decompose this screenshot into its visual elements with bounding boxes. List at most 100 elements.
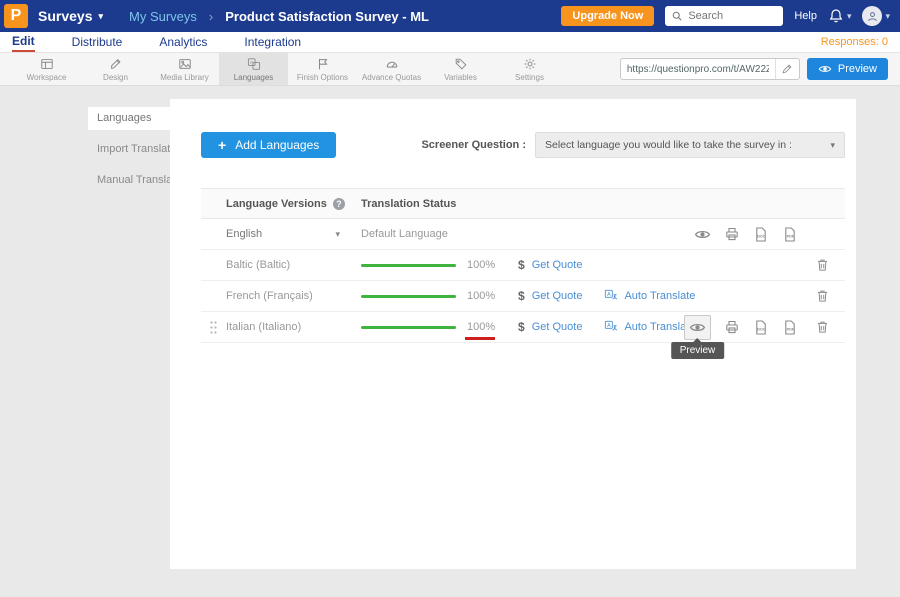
preview-language-button[interactable]: Preview — [684, 315, 711, 340]
delete-language-button[interactable] — [815, 257, 830, 273]
delete-language-button[interactable] — [815, 288, 830, 304]
toolbar-settings[interactable]: Settings — [495, 53, 564, 85]
languages-icon — [247, 57, 261, 71]
translate-icon — [604, 289, 618, 303]
surveys-menu-label: Surveys — [38, 8, 92, 24]
tab-distribute[interactable]: Distribute — [72, 33, 123, 51]
panel-top: + Add Languages Screener Question : Sele… — [170, 99, 856, 158]
auto-translate-label: Auto Translate — [624, 290, 695, 302]
toolbar-design[interactable]: Design — [81, 53, 150, 85]
sidebar-item-languages[interactable]: Languages — [88, 107, 170, 130]
language-name-cell: Baltic (Baltic) — [226, 259, 361, 271]
breadcrumb-my-surveys[interactable]: My Surveys — [129, 9, 197, 24]
breadcrumb-separator: › — [209, 9, 213, 24]
table-row-baltic: Baltic (Baltic) 100% $ Get Quote — [201, 250, 845, 281]
translation-progress-bar — [361, 326, 456, 329]
toolbar-workspace-label: Workspace — [27, 73, 67, 82]
default-language-value: English — [226, 228, 262, 240]
sidebar-item-manual-translations[interactable]: Manual Translations — [88, 169, 170, 192]
language-name: Italian (Italiano) — [226, 321, 301, 333]
default-language-select[interactable]: English ▾ — [226, 228, 340, 240]
search-input[interactable] — [688, 10, 777, 22]
print-language-button[interactable] — [724, 226, 740, 242]
workspace: Languages Import Translations Manual Tra… — [0, 86, 900, 597]
download-pdf-button[interactable] — [782, 319, 798, 336]
tab-edit[interactable]: Edit — [12, 32, 35, 52]
translation-percent-value: 100% — [467, 259, 495, 271]
status-cell: 100% $ Get Quote Auto Translate — [361, 289, 845, 303]
default-language-label: Default Language — [361, 228, 448, 240]
chevron-down-icon: ▾ — [830, 141, 835, 150]
help-circle-icon[interactable]: ? — [333, 198, 345, 210]
toolbar-variables-label: Variables — [444, 73, 477, 82]
help-link[interactable]: Help — [794, 10, 817, 22]
table-row-english: English ▾ Default Language — [201, 219, 845, 250]
column-language-versions: Language Versions ? — [201, 198, 361, 210]
chevron-down-icon: ▾ — [98, 12, 103, 21]
screener-select-value: Select language you would like to take t… — [545, 139, 792, 151]
preview-button[interactable]: Preview — [807, 58, 888, 80]
toolbar-advance-quotas[interactable]: Advance Quotas — [357, 53, 426, 85]
translation-percent-value: 100% — [467, 321, 495, 333]
get-quote-link[interactable]: Get Quote — [532, 321, 583, 333]
download-doc-button[interactable] — [753, 319, 769, 336]
toolbar-finish-options[interactable]: Finish Options — [288, 53, 357, 85]
screener-question-select[interactable]: Select language you would like to take t… — [535, 132, 845, 158]
download-pdf-button[interactable] — [782, 226, 798, 243]
preview-language-button[interactable] — [694, 226, 711, 243]
sidebar-item-import-translations[interactable]: Import Translations — [88, 138, 170, 161]
translation-progress-bar — [361, 264, 456, 267]
chevron-down-icon: ▾ — [885, 12, 890, 21]
delete-language-button[interactable] — [815, 319, 830, 335]
print-language-button[interactable] — [724, 319, 740, 335]
upgrade-now-button[interactable]: Upgrade Now — [561, 6, 654, 26]
notifications-menu[interactable]: ▾ — [828, 8, 852, 24]
languages-sidebar: Languages Import Translations Manual Tra… — [88, 99, 170, 597]
toolbar-media-library[interactable]: Media Library — [150, 53, 219, 85]
bell-icon — [828, 8, 844, 24]
translation-percent: 100% — [467, 321, 497, 333]
settings-icon — [523, 57, 537, 71]
questionpro-logo[interactable]: P — [4, 4, 28, 28]
translate-icon — [604, 320, 618, 334]
language-name-cell: French (Français) — [226, 290, 361, 302]
languages-panel: + Add Languages Screener Question : Sele… — [170, 99, 856, 569]
eye-icon — [818, 62, 832, 76]
surveys-product-menu[interactable]: Surveys ▾ — [38, 8, 103, 24]
download-doc-button[interactable] — [753, 226, 769, 243]
get-quote-link[interactable]: Get Quote — [532, 290, 583, 302]
account-menu[interactable]: ▾ — [862, 6, 890, 26]
add-languages-button[interactable]: + Add Languages — [201, 132, 336, 158]
status-cell: 100% $ Get Quote — [361, 258, 845, 272]
auto-translate-link[interactable]: Auto Translate — [604, 289, 695, 303]
toolbar-design-label: Design — [103, 73, 128, 82]
workspace-icon — [40, 57, 54, 71]
pencil-icon — [781, 63, 793, 75]
dollar-icon[interactable]: $ — [518, 289, 525, 303]
toolbar-workspace[interactable]: Workspace — [12, 53, 81, 85]
edit-url-button[interactable] — [775, 59, 799, 79]
toolbar-variables[interactable]: Variables — [426, 53, 495, 85]
language-name: French (Français) — [226, 290, 313, 302]
auto-translate-link[interactable]: Auto Translate — [604, 320, 695, 334]
responses-count[interactable]: Responses: 0 — [821, 36, 888, 48]
global-search[interactable] — [665, 6, 783, 26]
row-delete — [815, 257, 830, 273]
dollar-icon[interactable]: $ — [518, 258, 525, 272]
screener-question-label: Screener Question : — [421, 139, 526, 151]
topbar: P Surveys ▾ My Surveys › Product Satisfa… — [0, 0, 900, 32]
dollar-icon[interactable]: $ — [518, 320, 525, 334]
avatar — [862, 6, 882, 26]
translation-percent-value: 100% — [467, 290, 495, 302]
row-delete — [815, 319, 830, 335]
toolbar-languages[interactable]: Languages — [219, 53, 288, 85]
trash-icon — [815, 257, 830, 273]
table-row-french: French (Français) 100% $ Get Quote Auto … — [201, 281, 845, 312]
drag-handle[interactable] — [201, 320, 226, 335]
tab-analytics[interactable]: Analytics — [159, 33, 207, 51]
tab-integration[interactable]: Integration — [244, 33, 301, 51]
get-quote-link[interactable]: Get Quote — [532, 259, 583, 271]
design-icon — [109, 57, 123, 71]
survey-url-input[interactable] — [621, 64, 775, 75]
doc-file-icon — [753, 319, 769, 336]
